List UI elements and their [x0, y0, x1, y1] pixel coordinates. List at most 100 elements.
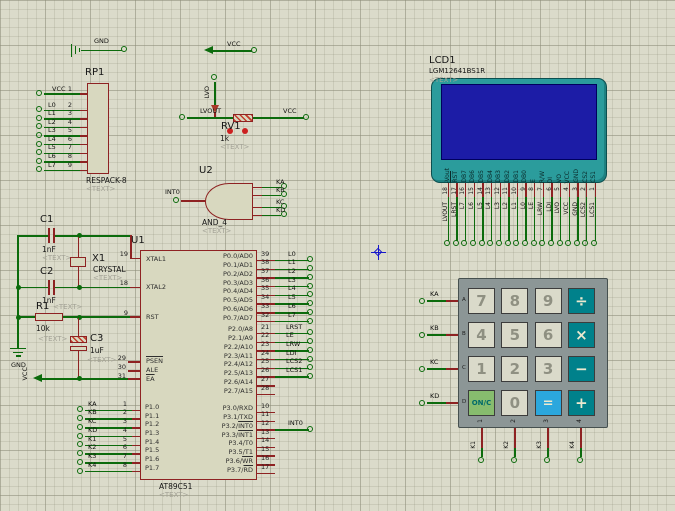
net-label: KD — [430, 393, 439, 400]
keypad-key[interactable]: 5 — [501, 322, 528, 348]
net-label: INT0 — [165, 189, 180, 196]
lcd-pin-name: DB5 — [479, 170, 485, 183]
terminal[interactable] — [557, 240, 563, 246]
lcd-pin-name-text: CS1 — [590, 171, 597, 183]
pin-name: P3.4/T0 — [139, 440, 253, 447]
pot-increment-dot[interactable] — [242, 128, 248, 134]
pin-name-text: P0.6/AD6 — [223, 305, 253, 313]
net-label: L4 — [288, 285, 296, 292]
pin-number: 12 — [495, 187, 501, 195]
vcc-label: VCC — [227, 41, 241, 48]
terminal[interactable] — [582, 240, 588, 246]
pin-name-text: P3.2/ — [222, 422, 238, 430]
terminal[interactable] — [574, 240, 580, 246]
lcd-pin-name-text: DB5 — [478, 170, 485, 183]
terminal[interactable] — [444, 240, 450, 246]
terminal[interactable] — [419, 298, 425, 304]
terminal[interactable] — [496, 240, 502, 246]
keypad-key[interactable]: 3 — [535, 356, 562, 382]
keypad-key[interactable]: 0 — [501, 390, 528, 416]
pin-number: 9 — [62, 162, 72, 169]
terminal[interactable] — [453, 240, 459, 246]
terminal[interactable] — [505, 240, 511, 246]
terminal[interactable] — [544, 457, 550, 463]
c1-placeholder: <TEXT> — [42, 255, 71, 262]
rv1-placeholder: <TEXT> — [220, 144, 249, 151]
keypad-key[interactable]: = — [535, 390, 562, 416]
lcd-pin-name: DB2 — [505, 170, 511, 183]
pin-row: P0.2/AD2 37 L2 — [257, 270, 377, 279]
net-label: LRST — [286, 324, 302, 331]
keypad-key[interactable]: + — [568, 390, 595, 416]
c3-body[interactable] — [70, 336, 87, 343]
keypad-key[interactable]: ÷ — [568, 288, 595, 314]
terminal[interactable] — [479, 240, 485, 246]
terminal[interactable] — [522, 240, 528, 246]
keypad-key[interactable]: 9 — [535, 288, 562, 314]
capacitor-plate[interactable] — [48, 228, 50, 243]
terminal[interactable] — [539, 240, 545, 246]
terminal[interactable] — [179, 114, 185, 120]
pin-stub — [253, 195, 262, 197]
lcd-screen — [441, 84, 597, 160]
keypad-key[interactable]: − — [568, 356, 595, 382]
terminal[interactable] — [173, 197, 179, 203]
net-label: K1 — [88, 436, 96, 443]
keypad-key[interactable]: 2 — [501, 356, 528, 382]
terminal[interactable] — [577, 457, 583, 463]
lcd-pin-name: VCC — [565, 171, 571, 183]
terminal[interactable] — [591, 240, 597, 246]
terminal[interactable] — [121, 46, 127, 52]
rp1-value: RESPACK-8 — [86, 177, 127, 185]
pin-row: L7 9 — [36, 163, 116, 172]
pin-stub — [580, 428, 582, 448]
keypad-col-label: 1 — [478, 419, 484, 423]
net-label: L1 — [512, 202, 518, 209]
r1-body[interactable] — [35, 313, 63, 322]
pin-name-text: P3.5/T1 — [228, 448, 253, 456]
terminal[interactable] — [565, 240, 571, 246]
x1-crystal-body[interactable] — [70, 257, 86, 267]
pin-name: P0.2/AD2 — [139, 271, 253, 278]
pin-stub — [514, 428, 516, 448]
wire — [514, 448, 516, 457]
terminal[interactable] — [211, 74, 217, 80]
keypad-key[interactable]: 6 — [535, 322, 562, 348]
pin-number: 14 — [261, 437, 269, 444]
terminal[interactable] — [36, 166, 42, 172]
terminal[interactable] — [419, 400, 425, 406]
x1-value: CRYSTAL — [93, 266, 126, 274]
pin-name: P0.0/AD0 — [139, 253, 253, 260]
terminal[interactable] — [511, 457, 517, 463]
pin-stub — [253, 207, 262, 209]
u2-and-gate-body[interactable] — [205, 183, 253, 220]
keypad-key[interactable]: 8 — [501, 288, 528, 314]
net-label: L2 — [48, 119, 56, 126]
terminal[interactable] — [419, 332, 425, 338]
pin-name-text: P0.2/AD2 — [223, 270, 253, 278]
capacitor-plate[interactable] — [48, 280, 50, 295]
pin-number: 9 — [521, 187, 527, 191]
wire — [427, 368, 446, 370]
terminal[interactable] — [461, 240, 467, 246]
terminal[interactable] — [303, 114, 309, 120]
terminal[interactable] — [470, 240, 476, 246]
terminal[interactable] — [548, 240, 554, 246]
terminal[interactable] — [36, 90, 42, 96]
pin-stub — [181, 200, 205, 202]
terminal[interactable] — [487, 240, 493, 246]
pin-name: P0.1/AD1 — [139, 262, 253, 269]
terminal[interactable] — [251, 47, 257, 53]
terminal[interactable] — [513, 240, 519, 246]
pin-name-text: P2.0/A8 — [228, 325, 253, 333]
net-label: K1 — [471, 441, 477, 449]
pin-number: 5 — [117, 436, 127, 443]
terminal[interactable] — [478, 457, 484, 463]
terminal[interactable] — [419, 366, 425, 372]
terminal[interactable] — [531, 240, 537, 246]
pin-name-text: P3.1/TXD — [223, 413, 253, 421]
terminal[interactable] — [77, 468, 83, 474]
terminal[interactable] — [307, 318, 313, 324]
pin-name: P0.7/AD7 — [139, 315, 253, 322]
keypad-key[interactable]: × — [568, 322, 595, 348]
